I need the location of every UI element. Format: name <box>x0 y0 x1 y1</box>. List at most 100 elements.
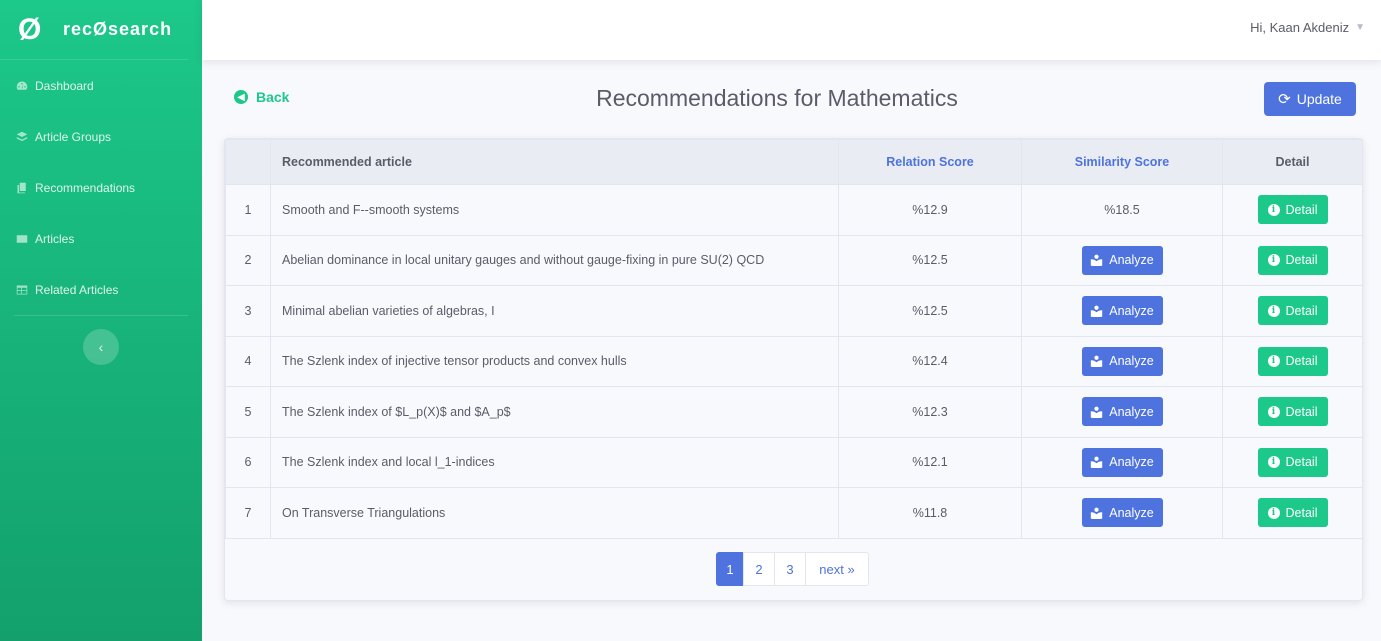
table-row: 4 The Szlenk index of injective tensor pr… <box>225 335 1363 387</box>
article-title: The Szlenk index and local l_1-indices <box>270 436 839 488</box>
analyze-label: Analyze <box>1109 404 1154 419</box>
info-circle-icon: i <box>1267 405 1280 418</box>
table-row: 2 Abelian dominance in local unitary gaug… <box>225 234 1363 286</box>
book-reader-icon <box>1090 254 1103 267</box>
info-circle-icon: i <box>1267 203 1280 216</box>
sidebar-toggle-button[interactable]: ‹ <box>83 329 119 365</box>
user-menu[interactable]: Hi, Kaan Akdeniz ▼ <box>1250 20 1365 35</box>
sidebar-item-label: Articles <box>35 231 75 246</box>
pagination: 1 2 3 next » <box>716 552 869 586</box>
article-title: Abelian dominance in local unitary gauge… <box>270 234 839 286</box>
info-circle-icon: i <box>1267 254 1280 267</box>
sidebar-item-label: Dashboard <box>35 78 94 93</box>
book-reader-icon <box>1090 305 1103 317</box>
row-index: 5 <box>225 386 271 438</box>
similarity-score-cell: Analyze <box>1021 335 1223 387</box>
table-row: 7 On Transverse Triangulations %11.8 Analyz… <box>225 487 1363 539</box>
row-index: 4 <box>225 335 271 387</box>
row-index: 1 <box>225 184 271 236</box>
row-index: 3 <box>225 285 271 337</box>
brand-logo: Ø <box>18 12 42 46</box>
sidebar-item-recommendations[interactable]: Recommendations <box>0 162 202 213</box>
info-circle-icon: i <box>1267 456 1280 469</box>
relation-score: %12.9 <box>838 184 1022 236</box>
page-3-button[interactable]: 3 <box>774 552 806 586</box>
similarity-score-cell: Analyze <box>1021 386 1223 438</box>
analyze-button[interactable]: Analyze <box>1081 447 1163 477</box>
copy-icon <box>15 182 29 193</box>
detail-cell: i Detail <box>1222 234 1363 286</box>
detail-label: Detail <box>1285 202 1318 217</box>
detail-button[interactable]: i Detail <box>1257 195 1328 225</box>
detail-button[interactable]: i Detail <box>1257 498 1328 528</box>
article-title: The Szlenk index of injective tensor pro… <box>270 335 839 387</box>
detail-cell: i Detail <box>1222 335 1363 387</box>
info-circle-icon: i <box>1267 506 1280 519</box>
page-1-button[interactable]: 1 <box>716 552 744 586</box>
sync-icon: ⟳ <box>1278 91 1291 108</box>
detail-button[interactable]: i Detail <box>1257 346 1328 376</box>
layers-icon <box>15 131 29 142</box>
detail-label: Detail <box>1285 354 1318 369</box>
detail-button[interactable]: i Detail <box>1257 397 1328 427</box>
update-button[interactable]: ⟳ Update <box>1264 82 1356 116</box>
topbar: Hi, Kaan Akdeniz ▼ <box>202 0 1381 60</box>
similarity-score-cell: Analyze <box>1021 234 1223 286</box>
analyze-button[interactable]: Analyze <box>1081 498 1163 528</box>
page-2-button[interactable]: 2 <box>743 552 775 586</box>
table-row: 6 The Szlenk index and local l_1-indices%… <box>225 436 1363 488</box>
column-header-detail: Detail <box>1222 139 1363 185</box>
sidebar-item-label: Recommendations <box>35 180 136 195</box>
detail-cell: i Detail <box>1222 285 1363 337</box>
next-page-button[interactable]: next » <box>805 552 869 586</box>
table-icon <box>15 284 29 295</box>
sidebar-item-dashboard[interactable]: Dashboard <box>0 60 202 111</box>
detail-label: Detail <box>1285 253 1318 268</box>
relation-score: %12.4 <box>838 335 1022 387</box>
similarity-score-cell: %18.5 <box>1021 184 1223 236</box>
list-icon <box>15 233 29 244</box>
chevron-down-icon: ▼ <box>1355 22 1365 33</box>
brand[interactable]: Ø recØsearch <box>0 0 188 60</box>
analyze-label: Analyze <box>1109 505 1154 520</box>
article-title: Smooth and F--smooth systems <box>270 184 839 236</box>
article-title: The Szlenk index of $L_p(X)$ and $A_p$ <box>270 386 839 438</box>
analyze-label: Analyze <box>1109 303 1154 318</box>
row-index: 2 <box>225 234 271 286</box>
detail-cell: i Detail <box>1222 386 1363 438</box>
analyze-button[interactable]: Analyze <box>1081 245 1163 275</box>
table-header-row: Recommended article Relation Score Simil… <box>225 139 1363 185</box>
relation-score: %11.8 <box>838 487 1022 539</box>
analyze-button[interactable]: Analyze <box>1081 397 1163 427</box>
detail-cell: i Detail <box>1222 436 1363 488</box>
analyze-button[interactable]: Analyze <box>1081 296 1163 326</box>
analyze-button[interactable]: Analyze <box>1081 346 1163 376</box>
column-header-relation-score[interactable]: Relation Score <box>838 139 1022 185</box>
analyze-label: Analyze <box>1109 354 1154 369</box>
recommendations-card: Recommended article Relation Score Simil… <box>224 138 1363 601</box>
detail-button[interactable]: i Detail <box>1257 245 1328 275</box>
detail-cell: i Detail <box>1222 487 1363 539</box>
sidebar-nav: Dashboard Article Groups Recommendations… <box>0 60 202 315</box>
analyze-label: Analyze <box>1109 253 1154 268</box>
sidebar-item-article-groups[interactable]: Article Groups <box>0 111 202 162</box>
article-title: Minimal abelian varieties of algebras, I <box>270 285 839 337</box>
relation-score: %12.3 <box>838 386 1022 438</box>
detail-label: Detail <box>1285 455 1318 470</box>
sidebar-item-articles[interactable]: Articles <box>0 213 202 264</box>
sidebar-item-label: Article Groups <box>35 129 112 144</box>
detail-label: Detail <box>1285 404 1318 419</box>
column-header-similarity-score[interactable]: Similarity Score <box>1021 139 1223 185</box>
book-reader-icon <box>1090 406 1103 418</box>
book-reader-icon <box>1090 355 1103 368</box>
sidebar-item-related-articles[interactable]: Related Articles <box>0 264 202 315</box>
relation-score: %12.1 <box>838 436 1022 488</box>
user-greeting: Hi, Kaan Akdeniz <box>1250 20 1350 35</box>
page-title: Recommendations for Mathematics <box>596 85 958 111</box>
tachometer-icon <box>15 80 29 91</box>
book-reader-icon <box>1090 456 1103 469</box>
detail-button[interactable]: i Detail <box>1257 447 1328 477</box>
similarity-score-cell: Analyze <box>1021 285 1223 337</box>
detail-button[interactable]: i Detail <box>1257 296 1328 326</box>
info-circle-icon: i <box>1267 304 1280 317</box>
